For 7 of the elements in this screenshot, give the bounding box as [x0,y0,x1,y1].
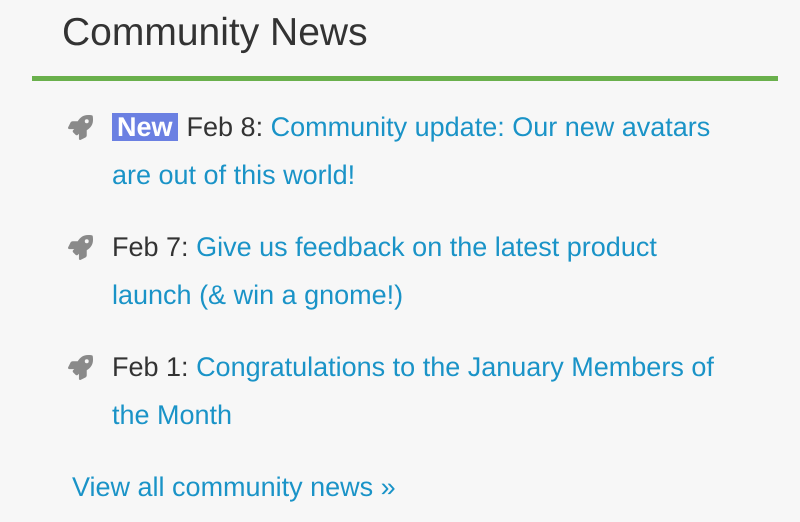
rocket-icon [68,354,93,380]
rocket-icon [68,114,93,140]
rocket-icon [68,234,93,260]
news-headline[interactable]: Feb 7: Give us feedback on the latest product launch (& win a gnome!) [112,223,742,319]
panel-title: Community News [32,0,778,81]
news-headline[interactable]: Feb 1: Congratulations to the January Members of the Month [112,343,742,439]
news-headline[interactable]: New Feb 8: Community update: Our new avatars are out of this world! [112,103,742,199]
